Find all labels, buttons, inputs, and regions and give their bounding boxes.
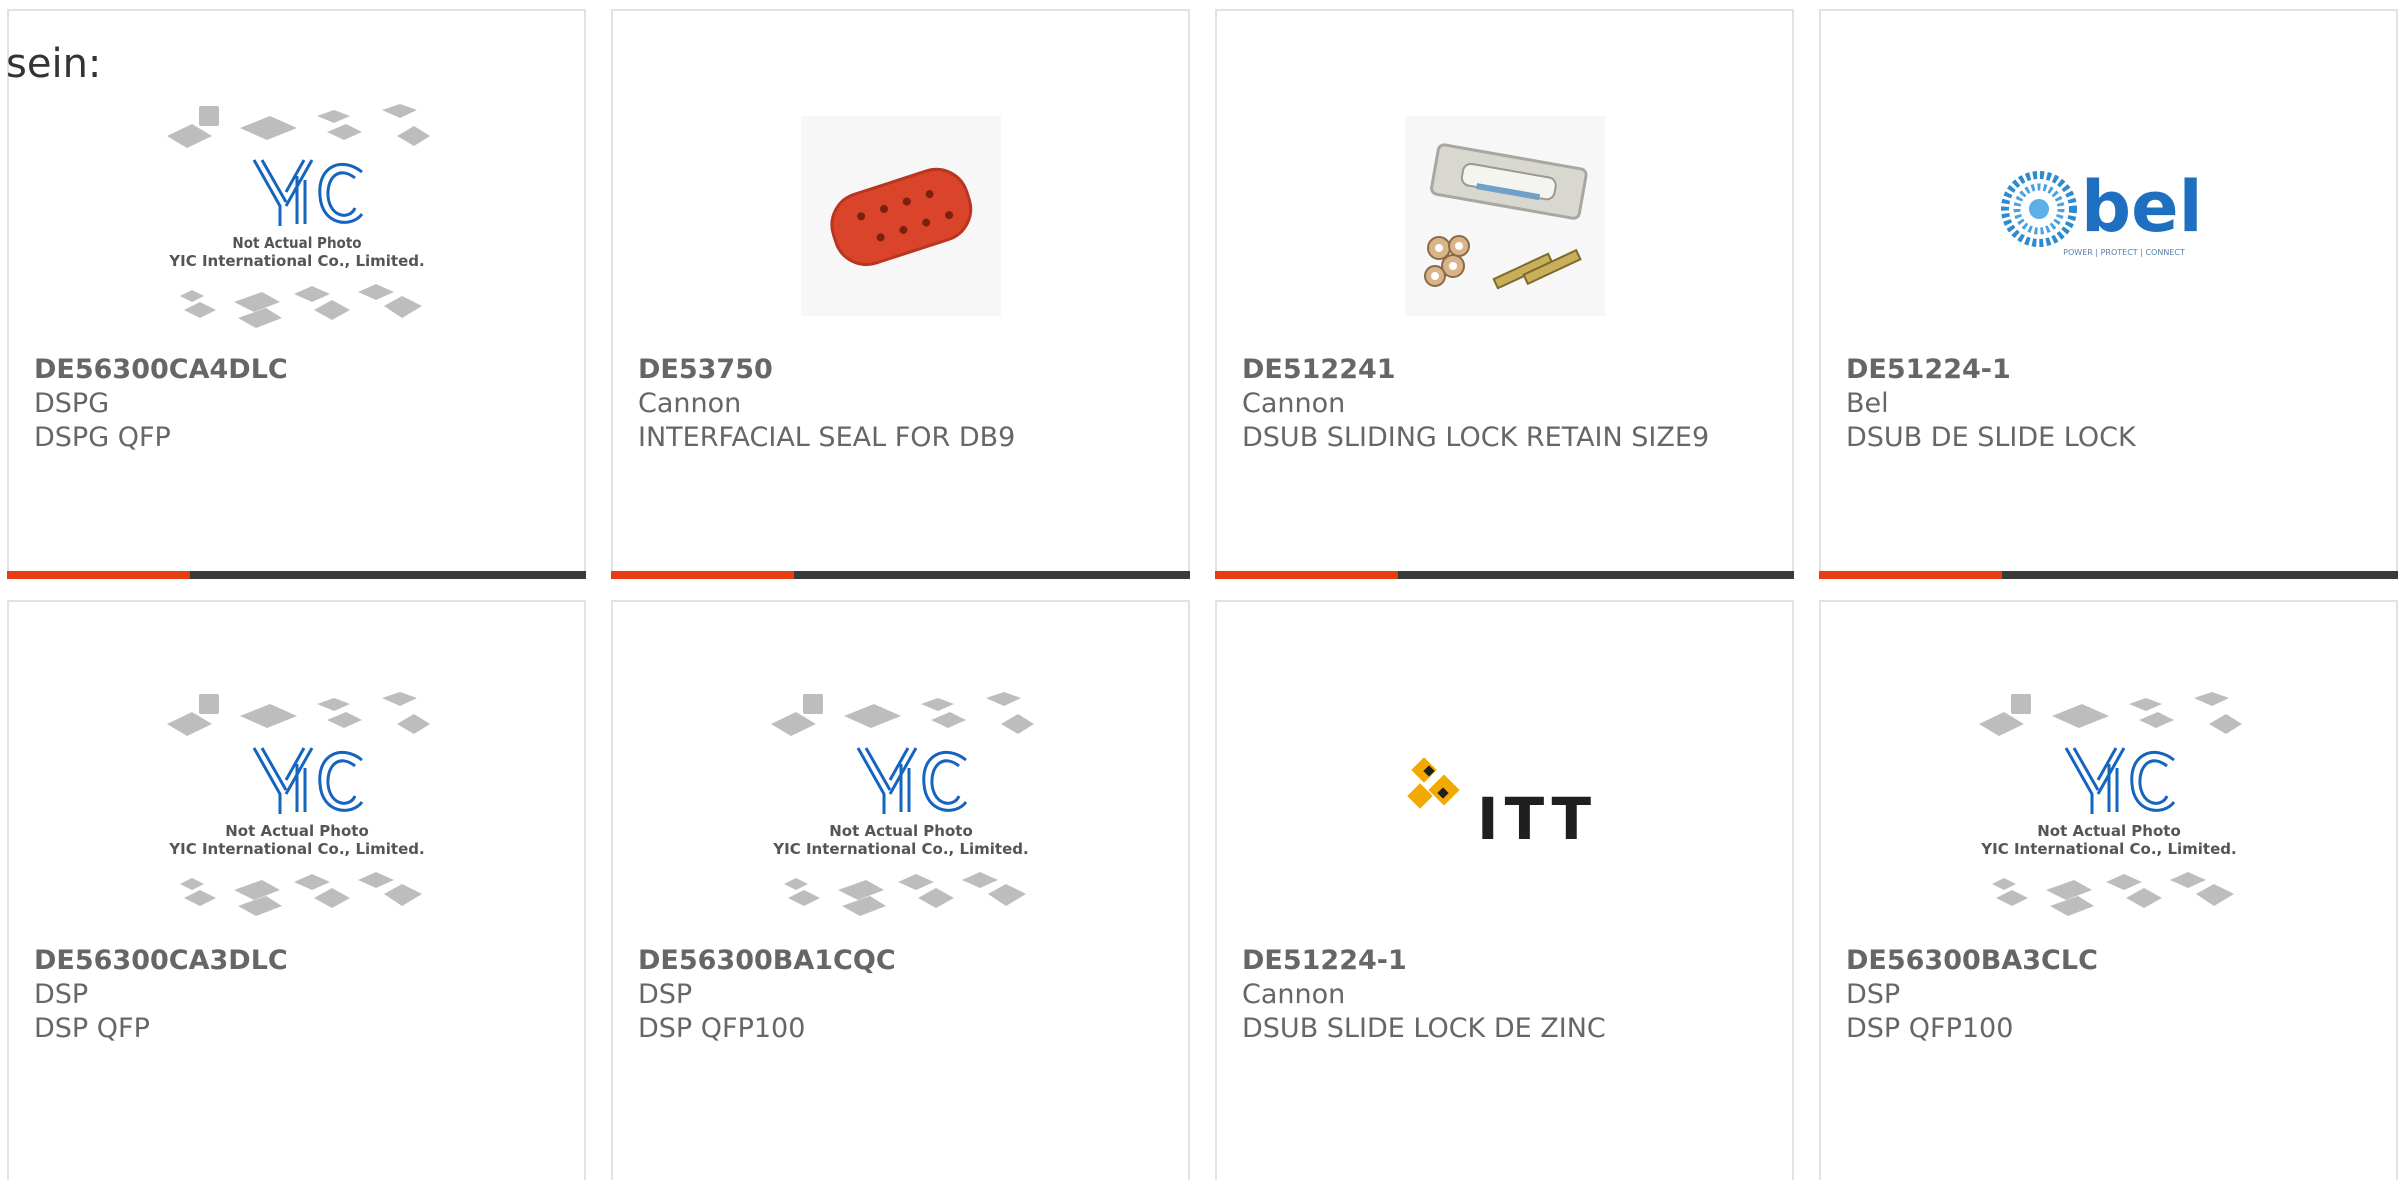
- svg-text:YIC International Co., Limited: YIC International Co., Limited.: [1980, 840, 2236, 858]
- svg-text:Not Actual Photo: Not Actual Photo: [829, 822, 973, 840]
- svg-text:YIC International Co., Limited: YIC International Co., Limited.: [772, 840, 1028, 858]
- product-card[interactable]: Not Actual Photo YIC International Co., …: [1819, 600, 2398, 1180]
- description: DSP QFP100: [638, 1013, 806, 1044]
- part-number[interactable]: DE56300CA4DLC: [34, 353, 559, 387]
- manufacturer: Cannon: [638, 388, 742, 419]
- product-image[interactable]: [1217, 81, 1792, 351]
- manufacturer: DSP: [638, 979, 693, 1010]
- svg-text:Not Actual Photo: Not Actual Photo: [225, 822, 369, 840]
- part-number[interactable]: DE56300BA3CLC: [1846, 944, 2371, 978]
- card-footer-bar: [1819, 571, 2398, 579]
- product-card[interactable]: bel POWER | PROTECT | CONNECT DE51224-1 …: [1819, 9, 2398, 579]
- svg-text:bel: bel: [2081, 166, 2203, 248]
- product-image[interactable]: Not Actual Photo YIC International Co., …: [1821, 669, 2396, 939]
- manufacturer: DSP: [34, 979, 89, 1010]
- product-card[interactable]: Not Actual Photo YIC International Co., …: [7, 600, 586, 1180]
- product-image[interactable]: Not Actual Photo YIC International Co., …: [9, 669, 584, 939]
- red-seal-photo: [800, 116, 1001, 316]
- card-accent: [7, 571, 190, 579]
- description: DSUB SLIDE LOCK DE ZINC: [1242, 1013, 1606, 1044]
- part-number[interactable]: DE56300CA3DLC: [34, 944, 559, 978]
- product-card[interactable]: Not Actual Photo YIC International Co., …: [611, 600, 1190, 1180]
- product-image[interactable]: Not Actual Photo YIC International Co., …: [613, 669, 1188, 939]
- card-accent: [1819, 571, 2002, 579]
- placeholder-chips-image: Not Actual Photo YIC International Co., …: [1978, 692, 2242, 916]
- svg-text:Not Actual Photo: Not Actual Photo: [2037, 822, 2181, 840]
- svg-text:YIC International Co., Limited: YIC International Co., Limited.: [168, 840, 424, 858]
- placeholder-chips-image: Not Actual Photo YIC International Co., …: [166, 104, 430, 328]
- svg-text:YIC International Co., Limited: YIC International Co., Limited.: [168, 252, 424, 270]
- part-number[interactable]: DE51224-1: [1242, 944, 1767, 978]
- description: DSUB SLIDING LOCK RETAIN SIZE9: [1242, 422, 1710, 453]
- description: DSP QFP: [34, 1013, 150, 1044]
- product-card[interactable]: DE53750 Cannon INTERFACIAL SEAL FOR DB9: [611, 9, 1190, 579]
- svg-text:Not Actual Photo: Not Actual Photo: [232, 234, 361, 252]
- product-image[interactable]: ITT: [1217, 669, 1792, 939]
- part-number[interactable]: DE51224-1: [1846, 353, 2371, 387]
- placeholder-chips-image: Not Actual Photo YIC International Co., …: [770, 692, 1034, 916]
- manufacturer: DSP: [1846, 979, 1901, 1010]
- part-number[interactable]: DE53750: [638, 353, 1163, 387]
- part-number[interactable]: DE56300BA1CQC: [638, 944, 1163, 978]
- product-card[interactable]: ITT DE51224-1 Cannon DSUB SLIDE LOCK DE …: [1215, 600, 1794, 1180]
- manufacturer: Cannon: [1242, 979, 1346, 1010]
- description: DSUB DE SLIDE LOCK: [1846, 422, 2136, 453]
- description: DSP QFP100: [1846, 1013, 2014, 1044]
- placeholder-chips-image: Not Actual Photo YIC International Co., …: [166, 692, 430, 916]
- product-image[interactable]: Not Actual Photo YIC International Co., …: [9, 81, 584, 351]
- product-image[interactable]: bel POWER | PROTECT | CONNECT: [1821, 81, 2396, 351]
- product-image[interactable]: [613, 81, 1188, 351]
- svg-text:ITT: ITT: [1477, 785, 1597, 853]
- card-accent: [1215, 571, 1398, 579]
- manufacturer: Cannon: [1242, 388, 1346, 419]
- product-card[interactable]: Not Actual Photo YIC International Co., …: [7, 9, 586, 579]
- manufacturer: DSPG: [34, 388, 110, 419]
- slide-lock-hardware-photo: [1404, 116, 1605, 316]
- description: DSPG QFP: [34, 422, 171, 453]
- itt-logo: ITT: [1406, 757, 1597, 853]
- part-number[interactable]: DE512241: [1242, 353, 1767, 387]
- manufacturer: Bel: [1846, 388, 1889, 419]
- description: INTERFACIAL SEAL FOR DB9: [638, 422, 1016, 453]
- svg-text:POWER | PROTECT | CONNECT: POWER | PROTECT | CONNECT: [2063, 248, 2185, 257]
- product-card[interactable]: DE512241 Cannon DSUB SLIDING LOCK RETAIN…: [1215, 9, 1794, 579]
- card-footer-bar: [611, 571, 1190, 579]
- intro-text: sein:: [6, 41, 102, 87]
- card-footer-bar: [1215, 571, 1794, 579]
- card-footer-bar: [7, 571, 586, 579]
- bel-logo: bel POWER | PROTECT | CONNECT: [2000, 166, 2203, 257]
- card-accent: [611, 571, 794, 579]
